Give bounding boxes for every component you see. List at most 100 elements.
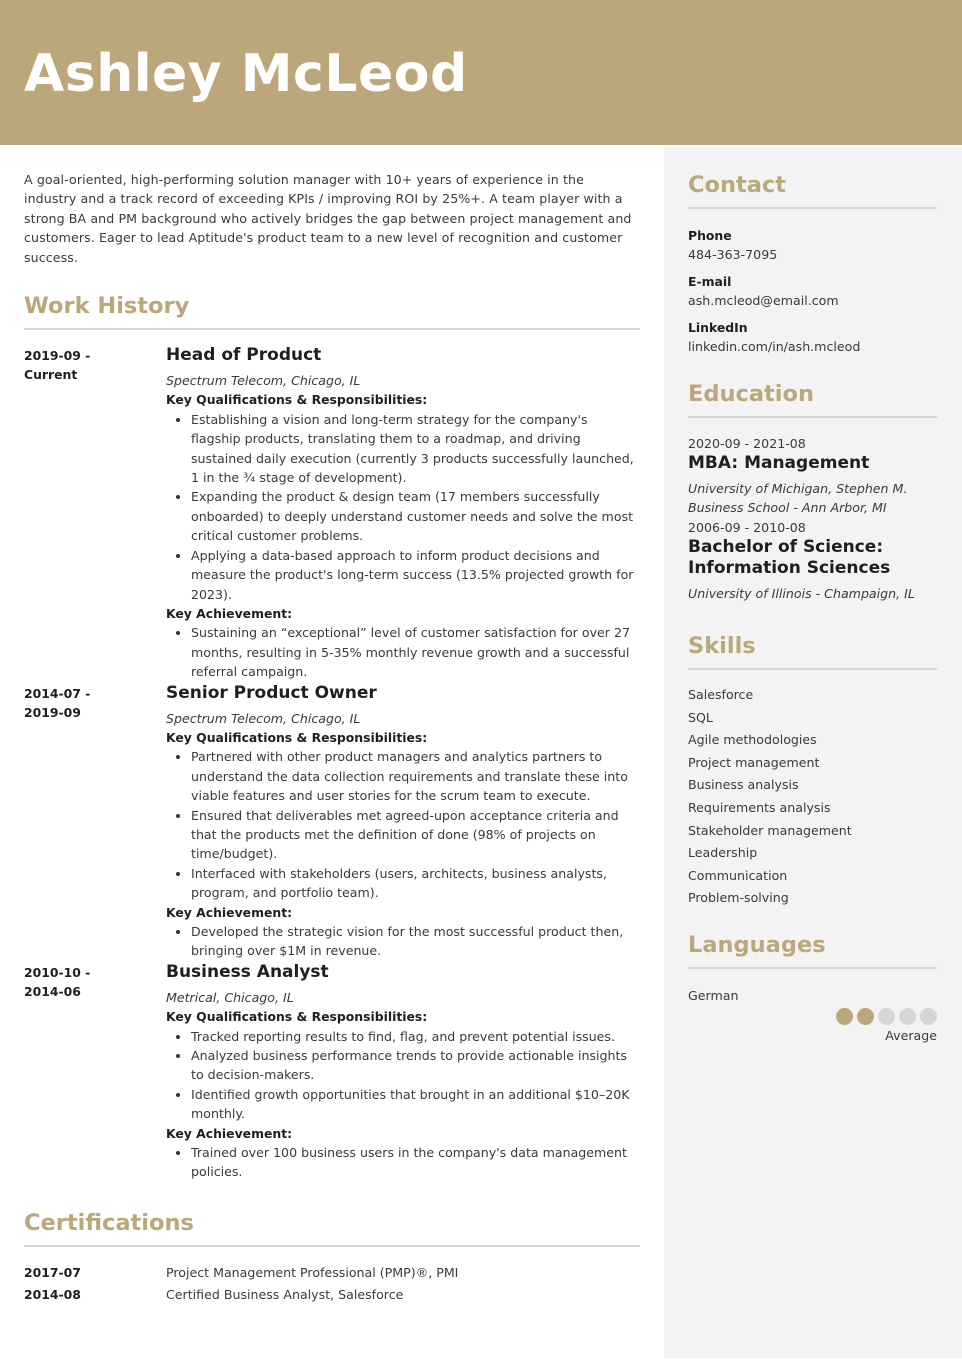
achievement-label: Key Achievement:: [166, 605, 293, 621]
languages-divider: [688, 967, 937, 969]
contact-title: Contact: [688, 172, 787, 198]
certification-item: 2017-07 Project Management Professional …: [24, 1263, 640, 1286]
professional-summary: A goal-oriented, high-performing solutio…: [24, 172, 632, 265]
skill-item: Communication: [688, 867, 788, 883]
achievements-list: Trained over 100 business users in the c…: [166, 1143, 640, 1182]
linkedin-value[interactable]: linkedin.com/in/ash.mcleod: [688, 337, 937, 356]
job-dates: 2019-09 - Current: [24, 346, 144, 385]
skill-item: Leadership: [688, 845, 758, 861]
responsibility-item: Applying a data-based approach to inform…: [166, 546, 640, 604]
skill-item: Business analysis: [688, 777, 799, 793]
achievement-item: Developed the strategic vision for the m…: [166, 922, 640, 961]
education-item: 2006-09 - 2010-08 Bachelor of Science: I…: [688, 518, 937, 603]
job-entry: 2014-07 - 2019-09 Senior Product Owner Spec…: [24, 682, 640, 961]
skill-item: Problem-solving: [688, 890, 789, 906]
skill-item: Salesforce: [688, 687, 754, 702]
education-item: 2020-09 - 2021-08 MBA: Management Univer…: [688, 434, 937, 518]
responsibility-item: Interfaced with stakeholders (users, arc…: [166, 864, 640, 903]
education-divider: [688, 416, 937, 418]
work-history-divider: [24, 328, 640, 331]
responsibilities-label: Key Qualifications & Responsibilities:: [166, 392, 428, 408]
certification-date: 2017-07: [24, 1264, 81, 1280]
contact-label: LinkedIn: [688, 320, 748, 335]
job-company: Metrical, Chicago, IL: [166, 989, 294, 1005]
education-section: Education 2020-09 - 2021-08 MBA: Managem…: [688, 380, 937, 603]
certifications-title: Certifications: [24, 1209, 194, 1236]
skills-divider: [688, 668, 937, 670]
job-date-start: 2014-07 -: [24, 685, 91, 701]
rating-dot-filled: [857, 1008, 874, 1025]
responsibilities-label: Key Qualifications & Responsibilities:: [166, 729, 428, 745]
responsibility-item: Establishing a vision and long-term stra…: [166, 410, 640, 488]
resume-header: Ashley McLeod: [0, 0, 962, 145]
phone-value[interactable]: 484-363-7095: [688, 245, 937, 264]
certifications-divider: [24, 1244, 640, 1247]
certification-list: 2017-07 Project Management Professional …: [24, 1263, 640, 1308]
skills-section: Skills Salesforce SQL Agile methodologie…: [688, 632, 937, 910]
languages-title: Languages: [688, 932, 826, 958]
achievement-item: Sustaining an “exceptional” level of cus…: [166, 623, 640, 681]
responsibility-item: Expanding the product & design team (17 …: [166, 487, 640, 545]
rating-dot-empty: [920, 1008, 937, 1025]
education-degree: MBA: Management: [688, 453, 870, 473]
responsibility-item: Analyzed business performance trends to …: [166, 1046, 640, 1085]
achievement-label: Key Achievement:: [166, 1125, 293, 1141]
job-title: Business Analyst: [166, 961, 329, 982]
education-degree: Bachelor of Science: Information Science…: [688, 536, 891, 578]
job-title: Head of Product: [166, 345, 322, 366]
email-value[interactable]: ash.mcleod@email.com: [688, 291, 937, 310]
job-entry: 2010-10 - 2014-06 Business Analyst Metrical…: [24, 961, 640, 1182]
achievement-label: Key Achievement:: [166, 904, 293, 920]
responsibilities-label: Key Qualifications & Responsibilities:: [166, 1009, 428, 1025]
job-dates: 2014-07 - 2019-09: [24, 684, 144, 723]
responsibility-item: Identified growth opportunities that bro…: [166, 1085, 640, 1124]
skill-item: SQL: [688, 709, 713, 725]
language-rating: [688, 1008, 937, 1025]
contact-item-phone: Phone 484-363-7095: [688, 226, 937, 264]
job-date-start: 2019-09 -: [24, 348, 91, 364]
achievement-item: Trained over 100 business users in the c…: [166, 1143, 640, 1182]
language-level: Average: [885, 1028, 937, 1043]
job-dates: 2010-10 - 2014-06: [24, 963, 144, 1002]
education-date: 2020-09 - 2021-08: [688, 436, 806, 451]
job-list: 2019-09 - Current Head of Product Spectrum …: [24, 344, 640, 1182]
job-date-end: Current: [24, 367, 78, 383]
job-body: Business Analyst Metrical, Chicago, IL Key…: [166, 961, 640, 1182]
achievements-list: Developed the strategic vision for the m…: [166, 922, 640, 961]
contact-section: Contact Phone 484-363-7095 E-mail ash.mc…: [688, 171, 937, 364]
skill-item: Stakeholder management: [688, 822, 852, 838]
certifications-section: Certifications 2017-07 Project Managemen…: [24, 1209, 640, 1308]
rating-dot-empty: [899, 1008, 916, 1025]
skill-item: Project management: [688, 754, 820, 770]
rating-dot-filled: [836, 1008, 853, 1025]
candidate-name: Ashley McLeod: [24, 44, 468, 104]
job-date-end: 2014-06: [24, 984, 81, 1000]
responsibilities-list: Partnered with other product managers an…: [166, 747, 640, 902]
education-school: University of Illinois - Champaign, IL: [688, 585, 915, 601]
languages-section: Languages German Average: [688, 931, 937, 1045]
language-name: German: [688, 988, 739, 1003]
work-history-section: Work History: [24, 292, 640, 331]
certification-name: Certified Business Analyst, Salesforce: [166, 1287, 404, 1303]
skills-list: Salesforce SQL Agile methodologies Proje…: [688, 684, 937, 910]
responsibility-item: Ensured that deliverables met agreed-upo…: [166, 806, 640, 864]
contact-label: Phone: [688, 228, 732, 243]
rating-dot-empty: [878, 1008, 895, 1025]
job-entry: 2019-09 - Current Head of Product Spectrum …: [24, 344, 640, 682]
responsibilities-list: Tracked reporting results to find, flag,…: [166, 1027, 640, 1124]
job-date-start: 2010-10 -: [24, 964, 91, 980]
certification-item: 2014-08 Certified Business Analyst, Sale…: [24, 1285, 640, 1308]
contact-divider: [688, 207, 937, 209]
skills-title: Skills: [688, 633, 756, 659]
sidebar: Contact Phone 484-363-7095 E-mail ash.mc…: [664, 147, 962, 1358]
contact-item-email: E-mail ash.mcleod@email.com: [688, 272, 937, 310]
responsibilities-list: Establishing a vision and long-term stra…: [166, 410, 640, 604]
main-column: A goal-oriented, high-performing solutio…: [24, 170, 640, 1308]
skill-item: Agile methodologies: [688, 732, 817, 748]
language-item: German Average: [688, 986, 937, 1045]
responsibility-item: Tracked reporting results to find, flag,…: [166, 1027, 640, 1046]
education-school: University of Michigan, Stephen M. Busin…: [688, 481, 908, 516]
certification-date: 2014-08: [24, 1287, 81, 1303]
work-history-title: Work History: [24, 293, 190, 320]
skill-item: Requirements analysis: [688, 799, 831, 815]
